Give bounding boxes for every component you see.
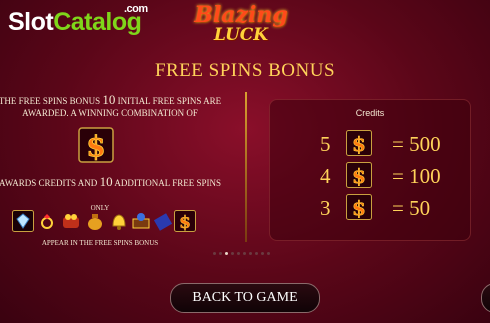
page-dot[interactable] [213, 252, 216, 255]
svg-text:$: $ [352, 132, 366, 156]
paytable-row: 4 $ = 100 [320, 162, 470, 190]
diamond-icon [12, 210, 34, 232]
money-bag-icon [84, 210, 106, 232]
page-dot[interactable] [267, 252, 270, 255]
page-dot[interactable] [225, 252, 228, 255]
payout-value: = 50 [392, 196, 431, 220]
logo-line-2: LUCK [213, 25, 269, 45]
symbol-count: 5 [320, 132, 331, 156]
description-text-1: THE FREE SPINS BONUS 10 INITIAL FREE SPI… [0, 92, 222, 118]
ring-icon [36, 210, 58, 232]
symbol-count: 4 [320, 164, 331, 188]
svg-text:$: $ [179, 213, 191, 232]
logo-line-1: Blazing [194, 2, 288, 28]
back-to-game-button[interactable]: BACK TO GAME [170, 283, 320, 313]
watermark-slot: Slot [8, 8, 54, 36]
next-button[interactable] [481, 283, 490, 313]
page-dot[interactable] [231, 252, 234, 255]
paytable-row: 3 $ = 50 [320, 194, 470, 222]
svg-text:$: $ [86, 130, 105, 163]
chest-icon [130, 210, 152, 232]
page-dot[interactable] [219, 252, 222, 255]
column-divider [245, 92, 247, 242]
page-title: FREE SPINS BONUS [154, 60, 336, 81]
bell-icon [108, 210, 130, 232]
symbol-count: 3 [320, 196, 331, 220]
payout-value: = 100 [392, 164, 441, 188]
dollar-scatter-icon: $ [78, 127, 114, 163]
dollar-scatter-icon: $ [346, 194, 372, 220]
dollar-scatter-icon: $ [346, 130, 372, 156]
header-bar: SlotCatalog .com Blazing LUCK [0, 0, 490, 52]
page-dot[interactable] [261, 252, 264, 255]
slotcatalog-watermark: SlotCatalog .com [8, 3, 148, 37]
coin-bag-icon [60, 210, 82, 232]
description-text-2: AWARDS CREDITS AND 10 ADDITIONAL FREE SP… [0, 174, 221, 189]
dollar-scatter-icon-small: $ [174, 210, 196, 233]
payout-value: = 500 [392, 132, 441, 156]
gift-icon [152, 210, 174, 232]
page-dot[interactable] [237, 252, 240, 255]
game-logo: Blazing LUCK [181, 4, 301, 48]
svg-text:$: $ [352, 164, 366, 188]
credits-header: Credits [355, 108, 385, 118]
page-dot[interactable] [249, 252, 252, 255]
appear-label: APPEAR IN THE FREE SPINS BONUS [41, 239, 159, 247]
page-indicator [213, 252, 277, 258]
page-dot[interactable] [255, 252, 258, 255]
svg-text:$: $ [352, 196, 366, 220]
dollar-scatter-icon: $ [346, 162, 372, 188]
paytable-row: 5 $ = 500 [320, 130, 470, 158]
symbol-icons-row: $ [12, 210, 196, 234]
page-dot[interactable] [243, 252, 246, 255]
watermark-com: .com [124, 3, 148, 15]
paytable-panel: Credits 5 $ = 500 4 $ = 100 3 $ = 50 [269, 99, 471, 241]
